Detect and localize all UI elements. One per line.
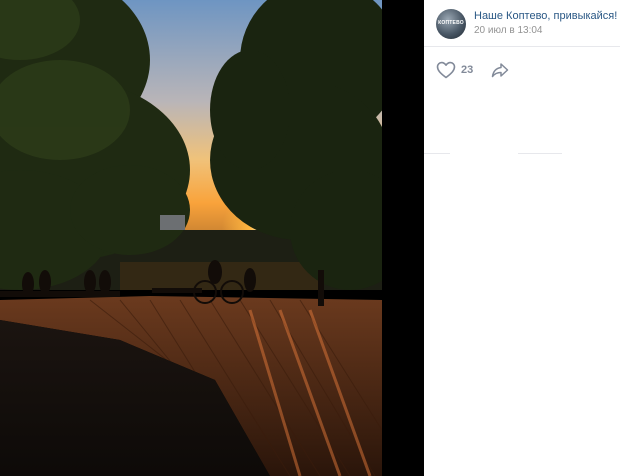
avatar-label: КОПТЕВО (438, 20, 464, 26)
post-actions: 23 (436, 61, 509, 79)
sunset-park-image (0, 0, 382, 476)
share-arrow-icon (492, 63, 509, 78)
heart-icon (436, 61, 456, 79)
header-divider (424, 46, 620, 47)
post-date-link[interactable]: 20 июл в 13:04 (474, 24, 617, 38)
author-meta: Наше Коптево, привыкайся! 20 июл в 13:04 (474, 9, 617, 38)
avatar[interactable]: КОПТЕВО (436, 9, 466, 39)
like-count: 23 (461, 64, 474, 76)
author-name-link[interactable]: Наше Коптево, привыкайся! (474, 9, 617, 23)
comments-divider-left (424, 153, 450, 154)
photo-viewer (0, 0, 424, 476)
post-photo[interactable] (0, 0, 382, 476)
like-button[interactable]: 23 (436, 61, 473, 79)
share-button[interactable] (491, 62, 509, 78)
comments-divider-right (518, 153, 562, 154)
post-sidebar: КОПТЕВО Наше Коптево, привыкайся! 20 июл… (424, 0, 620, 476)
post-author: КОПТЕВО Наше Коптево, привыкайся! 20 июл… (436, 9, 617, 39)
